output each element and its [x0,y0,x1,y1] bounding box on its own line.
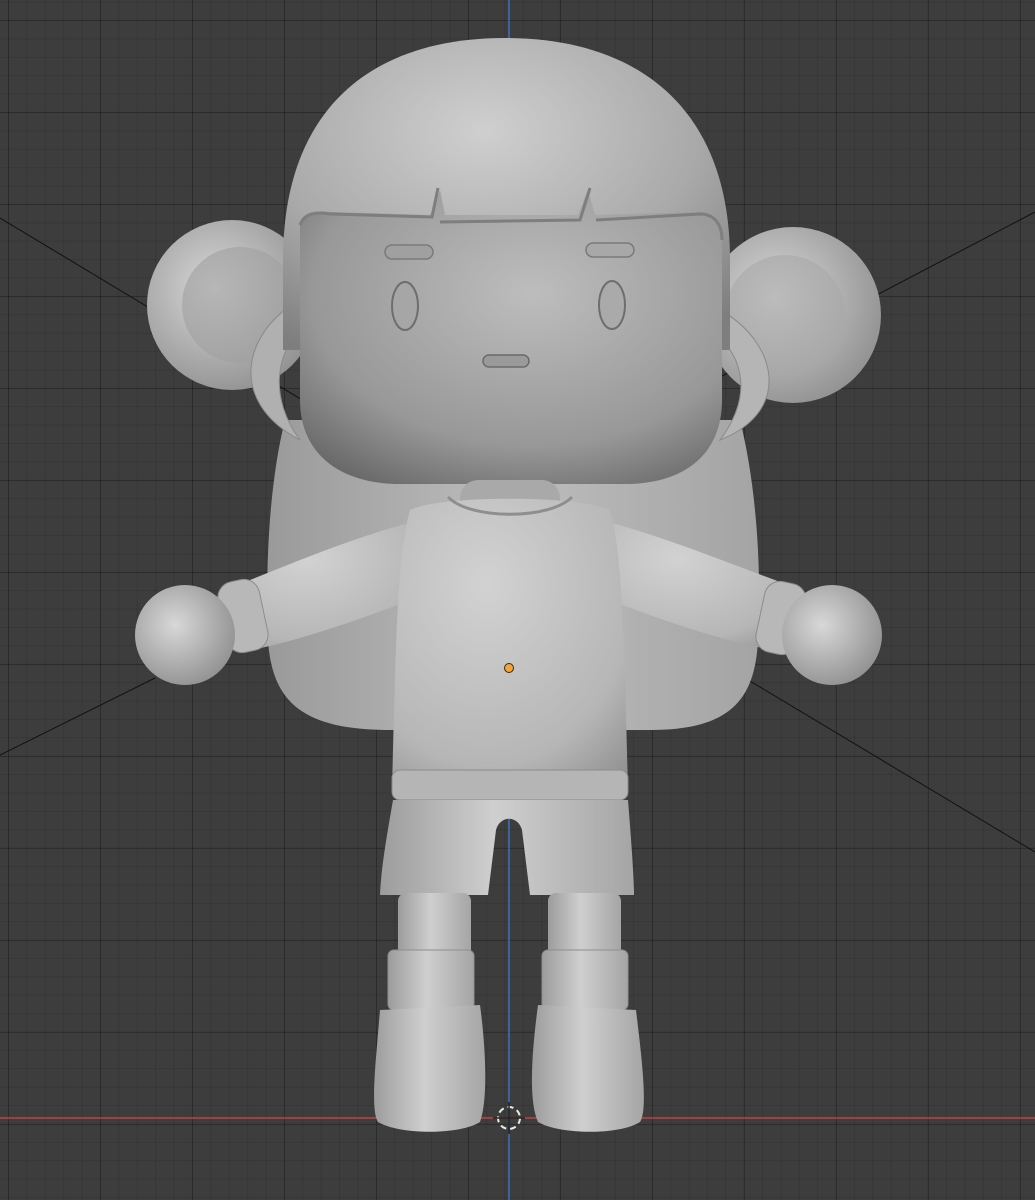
left-eyebrow [384,244,434,260]
object-origin-dot[interactable] [504,663,514,673]
helper-line [739,674,1035,853]
helper-line [0,677,156,756]
shorts[interactable] [380,800,634,895]
sweater-hem[interactable] [391,769,629,801]
3d-viewport[interactable] [0,0,1035,1200]
mouth [482,354,530,368]
left-shoe[interactable] [374,1005,486,1132]
right-eyebrow [585,242,635,258]
left-hand[interactable] [135,585,235,685]
left-sock[interactable] [387,949,475,1011]
right-shoe[interactable] [531,1005,644,1132]
viewport-scene[interactable] [0,0,1035,1200]
right-hand[interactable] [782,585,882,685]
left-eye [391,281,419,331]
torso-sweater[interactable] [392,498,628,785]
right-sock[interactable] [541,949,629,1011]
3d-cursor-icon[interactable] [493,1102,525,1134]
face[interactable] [300,190,722,484]
right-bun[interactable] [705,227,881,403]
right-eye [598,280,626,330]
